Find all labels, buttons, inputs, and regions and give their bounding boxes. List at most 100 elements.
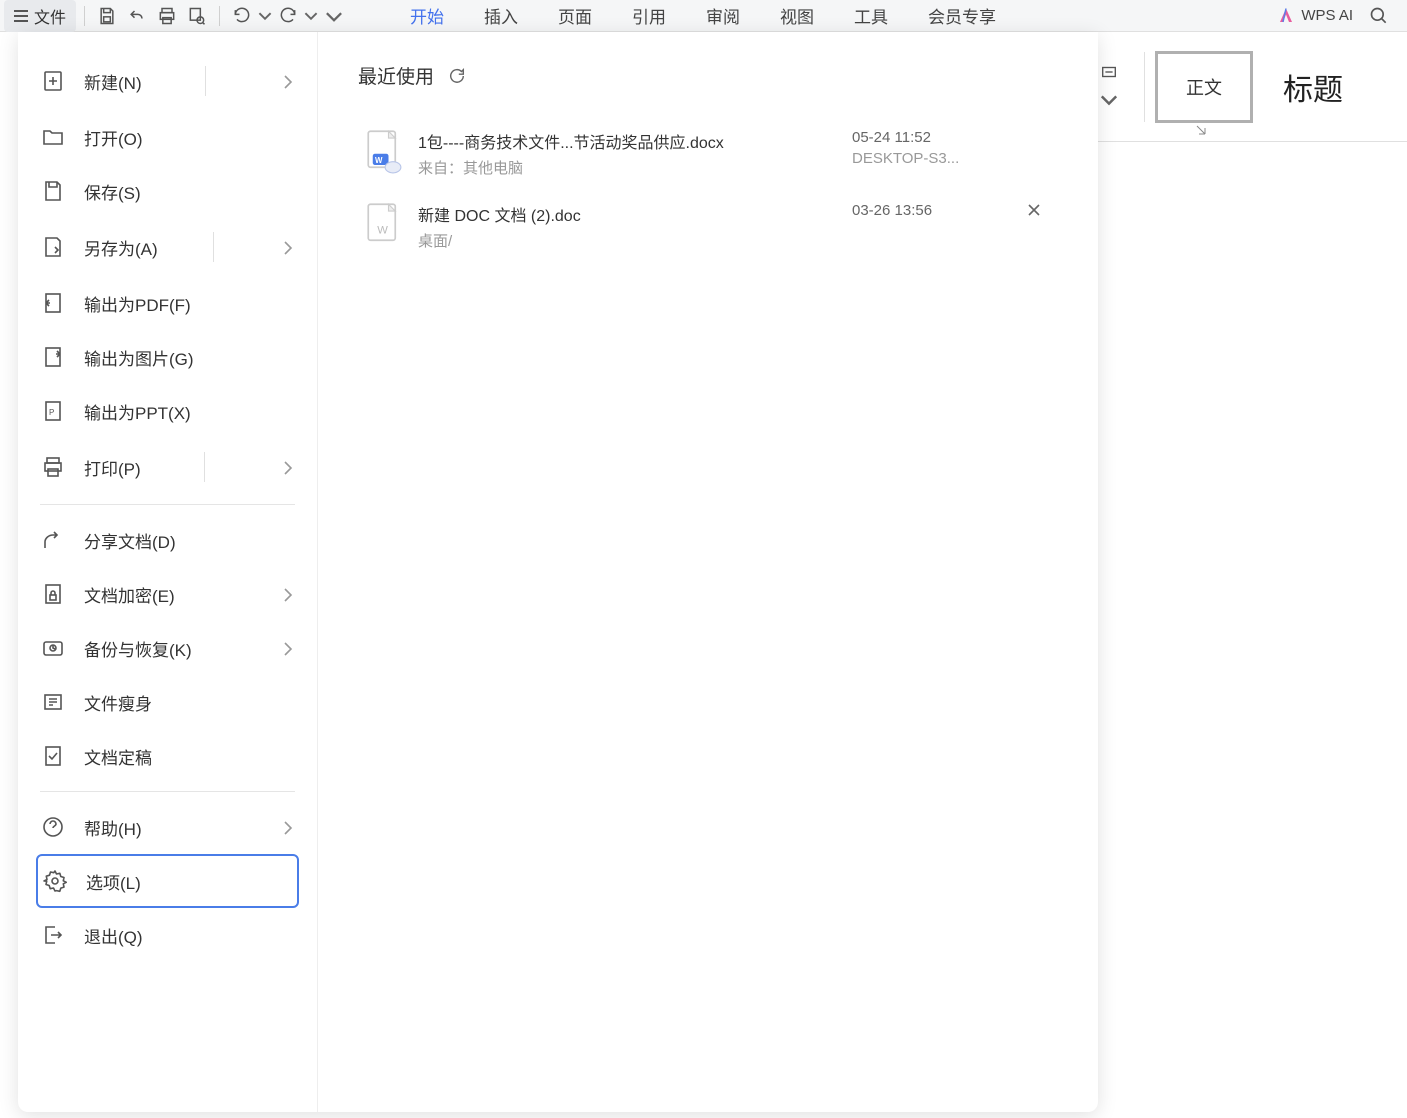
menu-item-finalize[interactable]: 文档定稿 <box>18 729 317 783</box>
menu-label: 选项(L) <box>86 869 141 894</box>
menu-item-encrypt[interactable]: 文档加密(E) <box>18 567 317 621</box>
undo-icon[interactable] <box>228 2 256 30</box>
chevron-right-icon <box>283 587 297 601</box>
separator <box>213 232 214 262</box>
file-menu-panel: 新建(N) 打开(O) 保存(S) 另存为(A) 输出为PDF(F) <box>18 32 1098 1112</box>
print-preview-icon[interactable] <box>183 2 211 30</box>
redo-dropdown[interactable] <box>304 2 318 30</box>
ribbon-styles-section: 正文 标题 <box>1060 32 1407 142</box>
menu-label: 退出(Q) <box>84 923 143 948</box>
menu-item-new[interactable]: 新建(N) <box>18 52 317 110</box>
top-toolbar: 文件 开始 插入 页面 引用 审阅 视图 工具 会员专享 <box>0 0 1407 32</box>
menu-item-print[interactable]: 打印(P) <box>18 438 317 496</box>
tab-insert[interactable]: 插入 <box>464 0 538 34</box>
hamburger-icon <box>14 10 28 22</box>
export-image-icon <box>40 344 66 370</box>
wps-ai-button[interactable]: WPS AI <box>1277 7 1353 25</box>
style-heading-label: 标题 <box>1283 74 1343 107</box>
menu-label: 另存为(A) <box>84 235 158 260</box>
menu-label: 文档定稿 <box>84 744 152 769</box>
ribbon-tabs: 开始 插入 页面 引用 审阅 视图 工具 会员专享 <box>390 0 1016 34</box>
grid-dropdown[interactable] <box>1100 91 1112 111</box>
share-icon <box>40 527 66 553</box>
svg-text:W: W <box>375 156 383 165</box>
menu-item-options[interactable]: 选项(L) <box>36 854 299 908</box>
undo-dropdown[interactable] <box>258 2 272 30</box>
menu-label: 新建(N) <box>84 69 142 94</box>
redo-icon[interactable] <box>274 2 302 30</box>
close-icon <box>1026 202 1042 218</box>
undo-history-icon[interactable] <box>123 2 151 30</box>
menu-item-help[interactable]: 帮助(H) <box>18 800 317 854</box>
file-name: 1包----商务技术文件...节活动奖品供应.docx <box>418 129 836 153</box>
file-menu-button[interactable]: 文件 <box>4 0 76 32</box>
tab-review[interactable]: 审阅 <box>686 0 760 34</box>
chevron-right-icon <box>283 641 297 655</box>
separator <box>204 452 205 482</box>
chevron-right-icon <box>283 460 297 474</box>
doc-icon: W <box>366 202 402 246</box>
wps-ai-icon <box>1277 7 1295 25</box>
menu-item-save-as[interactable]: 另存为(A) <box>18 218 317 276</box>
separator <box>219 6 220 26</box>
menu-label: 打印(P) <box>84 455 141 480</box>
export-ppt-icon: P <box>40 398 66 424</box>
tab-page[interactable]: 页面 <box>538 0 612 34</box>
tab-reference[interactable]: 引用 <box>612 0 686 34</box>
styles-expand-icon[interactable] <box>1195 123 1207 135</box>
help-icon <box>40 814 66 840</box>
menu-label: 输出为PPT(X) <box>84 399 191 424</box>
tab-tools[interactable]: 工具 <box>834 0 908 34</box>
file-menu-label: 文件 <box>34 4 66 28</box>
save-as-icon <box>40 234 66 260</box>
menu-item-save[interactable]: 保存(S) <box>18 164 317 218</box>
file-info: 1包----商务技术文件...节活动奖品供应.docx 来自：其他电脑 <box>418 129 836 178</box>
text-width-icon[interactable] <box>1100 63 1120 83</box>
remove-recent-button[interactable] <box>1018 202 1050 218</box>
print-icon[interactable] <box>153 2 181 30</box>
recent-file-row[interactable]: W 1包----商务技术文件...节活动奖品供应.docx 来自：其他电脑 05… <box>358 117 1058 190</box>
svg-text:P: P <box>49 408 54 417</box>
file-info: 新建 DOC 文档 (2).doc 桌面/ <box>418 202 836 251</box>
style-normal-button[interactable]: 正文 <box>1155 51 1253 123</box>
menu-label: 分享文档(D) <box>84 528 176 553</box>
file-meta: 05-24 11:52 DESKTOP-S3... <box>852 129 1002 167</box>
file-name: 新建 DOC 文档 (2).doc <box>418 202 836 226</box>
menu-item-exit[interactable]: 退出(Q) <box>18 908 317 962</box>
tab-start[interactable]: 开始 <box>390 0 464 34</box>
menu-item-compress[interactable]: 文件瘦身 <box>18 675 317 729</box>
content-header: 最近使用 <box>358 62 1058 89</box>
refresh-icon[interactable] <box>448 67 466 85</box>
chevron-right-icon <box>283 74 297 88</box>
backup-icon <box>40 635 66 661</box>
wps-ai-label: WPS AI <box>1301 7 1353 24</box>
file-menu-sidebar: 新建(N) 打开(O) 保存(S) 另存为(A) 输出为PDF(F) <box>18 32 318 1112</box>
menu-item-export-image[interactable]: 输出为图片(G) <box>18 330 317 384</box>
tab-view[interactable]: 视图 <box>760 0 834 34</box>
menu-label: 打开(O) <box>84 125 143 150</box>
style-heading-button[interactable]: 标题 <box>1273 55 1353 119</box>
menu-label: 备份与恢复(K) <box>84 636 192 661</box>
menu-item-export-ppt[interactable]: P 输出为PPT(X) <box>18 384 317 438</box>
menu-item-backup[interactable]: 备份与恢复(K) <box>18 621 317 675</box>
menu-item-export-pdf[interactable]: 输出为PDF(F) <box>18 276 317 330</box>
chevron-right-icon <box>283 240 297 254</box>
more-dropdown[interactable] <box>320 2 348 30</box>
encrypt-icon <box>40 581 66 607</box>
recent-file-row[interactable]: W 新建 DOC 文档 (2).doc 桌面/ 03-26 13:56 <box>358 190 1058 263</box>
menu-item-share[interactable]: 分享文档(D) <box>18 513 317 567</box>
search-icon[interactable] <box>1365 2 1393 30</box>
menu-label: 帮助(H) <box>84 815 142 840</box>
file-device: DESKTOP-S3... <box>852 150 1002 167</box>
menu-divider <box>40 791 295 792</box>
style-normal-label: 正文 <box>1186 78 1222 98</box>
separator <box>84 6 85 26</box>
save-icon[interactable] <box>93 2 121 30</box>
separator <box>205 66 206 96</box>
docx-cloud-icon: W <box>366 129 402 173</box>
tab-member[interactable]: 会员专享 <box>908 0 1016 34</box>
export-pdf-icon <box>40 290 66 316</box>
separator <box>1144 52 1145 122</box>
menu-item-open[interactable]: 打开(O) <box>18 110 317 164</box>
menu-label: 文件瘦身 <box>84 690 152 715</box>
